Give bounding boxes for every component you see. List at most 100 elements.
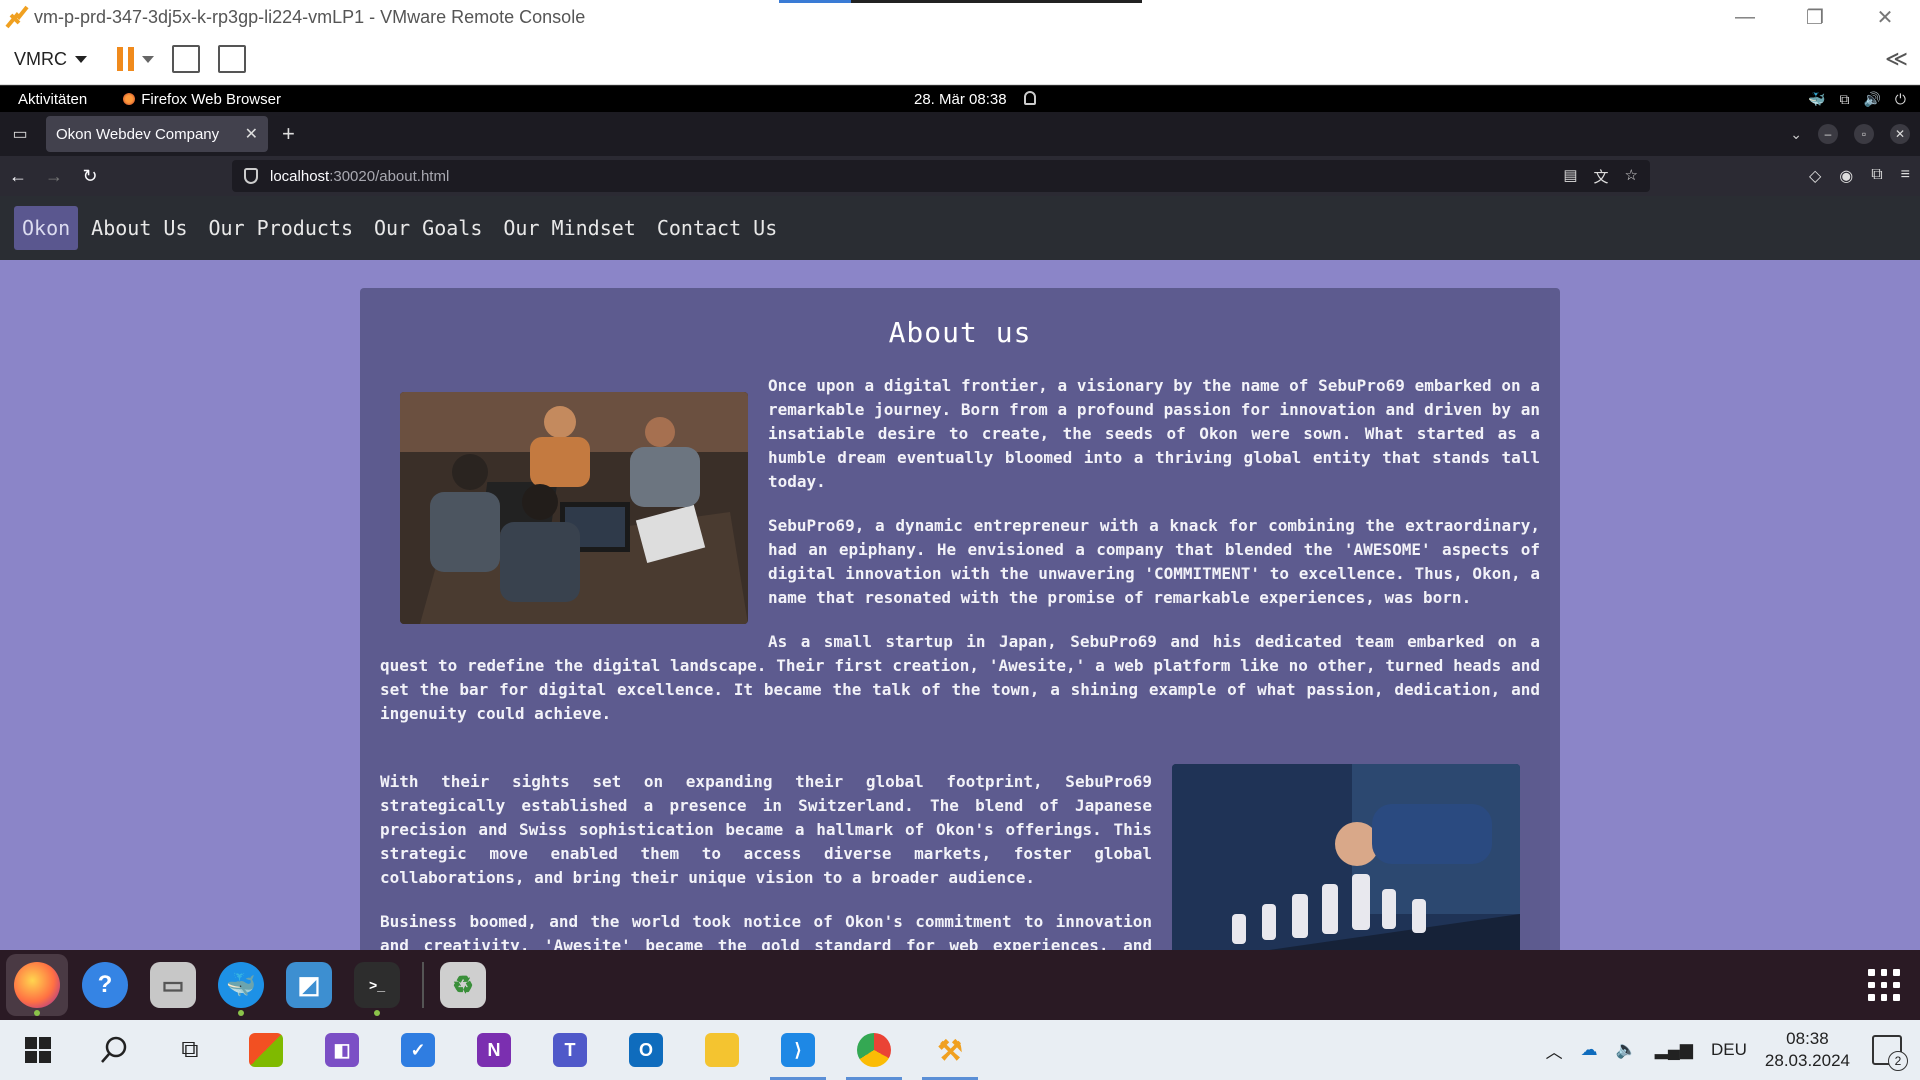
vmrc-toolbar: VMRC ≪ <box>0 34 1920 85</box>
pocket-icon[interactable]: ◇ <box>1809 166 1821 186</box>
chevron-down-icon <box>75 55 87 63</box>
dock-firefox[interactable] <box>6 954 68 1016</box>
gnome-top-bar: Aktivitäten Firefox Web Browser 28. Mär … <box>0 86 1920 112</box>
close-window-button[interactable]: ✕ <box>1850 0 1920 34</box>
list-all-tabs-icon[interactable]: ⌄ <box>1790 126 1802 143</box>
taskbar-visual-studio[interactable]: ◧ <box>304 1020 380 1080</box>
nav-contact-us[interactable]: Contact Us <box>649 206 785 250</box>
vmware-icon: ⚒ <box>937 1034 963 1066</box>
start-button[interactable] <box>0 1020 76 1080</box>
close-firefox-button[interactable]: ✕ <box>1890 124 1910 144</box>
collapse-toolbar-button[interactable]: ≪ <box>1885 46 1908 72</box>
extensions-icon[interactable]: ⧉ <box>1871 166 1882 186</box>
about-paragraph-5: Business boomed, and the world took noti… <box>380 912 1152 950</box>
task-view-icon: ⧉ <box>181 1036 199 1063</box>
restore-button[interactable]: ❐ <box>1780 0 1850 34</box>
signal-icon[interactable]: ▂▄▆ <box>1655 1040 1693 1060</box>
tab-list-icon[interactable]: ▭ <box>0 112 40 156</box>
speaker-icon[interactable]: 🔈 <box>1616 1040 1637 1060</box>
folder-icon <box>705 1033 739 1067</box>
translate-icon[interactable]: 文 <box>1594 166 1609 187</box>
forward-button[interactable]: → <box>36 166 72 187</box>
dock-screenshot[interactable]: ◩ <box>278 954 340 1016</box>
taskbar-clock[interactable]: 08:38 28.03.2024 <box>1765 1028 1850 1072</box>
show-hidden-icons[interactable]: ︿ <box>1546 1038 1563 1063</box>
notification-count-badge: 2 <box>1888 1051 1908 1071</box>
nav-okon[interactable]: Okon <box>14 206 79 250</box>
dock-terminal[interactable]: >_ <box>346 954 408 1016</box>
system-tray[interactable]: 🐳 ⧉ 🔊 ⏻ <box>1808 91 1906 108</box>
gnome-clock[interactable]: 28. Mär 08:38 <box>914 91 1007 108</box>
tab-title: Okon Webdev Company <box>56 125 220 143</box>
network-icon[interactable]: ⧉ <box>1839 91 1849 108</box>
visual-studio-icon: ◧ <box>325 1033 359 1067</box>
about-paragraph-2: SebuPro69, a dynamic entrepreneur with a… <box>768 516 1540 607</box>
input-language[interactable]: DEU <box>1711 1040 1747 1060</box>
taskbar-onenote[interactable]: N <box>456 1020 532 1080</box>
vmrc-menu-button[interactable]: VMRC <box>14 49 87 70</box>
bookmark-star-icon[interactable]: ☆ <box>1625 166 1638 187</box>
pause-icon[interactable] <box>117 47 134 71</box>
dock-files[interactable]: ▭ <box>142 954 204 1016</box>
send-ctrl-alt-del-icon[interactable] <box>172 45 200 73</box>
nav-about-us[interactable]: About Us <box>83 206 195 250</box>
taskbar-search[interactable] <box>76 1020 152 1080</box>
taskbar-task-view[interactable]: ⧉ <box>152 1020 228 1080</box>
dock-trash[interactable]: ♻ <box>432 954 494 1016</box>
onedrive-icon[interactable]: ☁ <box>1581 1040 1598 1060</box>
hamburger-menu-icon[interactable]: ≡ <box>1901 166 1910 186</box>
teams-icon: T <box>553 1033 587 1067</box>
taskbar-time: 08:38 <box>1786 1029 1829 1048</box>
new-tab-button[interactable]: + <box>282 121 295 147</box>
firefox-icon <box>123 93 136 105</box>
outlook-icon: O <box>629 1033 663 1067</box>
notification-center-icon[interactable]: 2 <box>1872 1035 1908 1071</box>
url-bar[interactable]: localhost:30020/about.html ▤ 文 ☆ <box>232 160 1650 370</box>
account-icon[interactable]: ◉ <box>1839 166 1853 186</box>
url-path: :30020/about.html <box>329 167 450 185</box>
restore-firefox-button[interactable]: ▫ <box>1854 124 1874 144</box>
activities-button[interactable]: Aktivitäten <box>18 91 87 108</box>
taskbar-file-explorer[interactable] <box>684 1020 760 1080</box>
minimize-button[interactable]: — <box>1710 0 1780 34</box>
dock-separator <box>422 962 424 1008</box>
power-options-chevron-icon[interactable] <box>142 55 154 63</box>
tracking-protection-icon[interactable] <box>244 168 258 184</box>
show-applications-icon[interactable] <box>1868 969 1900 1001</box>
firefox-nav-bar: ← → ↻ localhost:30020/about.html ▤ 文 ☆ ◇… <box>0 156 1920 370</box>
reload-button[interactable]: ↻ <box>72 166 108 187</box>
taskbar-chrome[interactable] <box>836 1020 912 1080</box>
dock-help[interactable]: ? <box>74 954 136 1016</box>
minimize-firefox-button[interactable]: – <box>1818 124 1838 144</box>
about-paragraph-4: With their sights set on expanding their… <box>380 772 1152 887</box>
taskbar-outlook[interactable]: O <box>608 1020 684 1080</box>
docker-icon: 🐳 <box>218 962 264 1008</box>
vscode-icon: ⟩ <box>781 1033 815 1067</box>
power-icon[interactable]: ⏻ <box>1895 91 1906 108</box>
tab-okon-webdev[interactable]: Okon Webdev Company ✕ <box>46 116 268 152</box>
onenote-icon: N <box>477 1033 511 1067</box>
fullscreen-icon[interactable] <box>218 45 246 73</box>
docker-tray-icon[interactable]: 🐳 <box>1808 91 1825 108</box>
loading-progress-bar <box>779 0 1142 3</box>
windows-taskbar: ⧉ ◧ ✓ N T O ⟩ ⚒ ︿ ☁ 🔈 ▂▄▆ DEU 08:38 28.0… <box>0 1020 1920 1080</box>
taskbar-vscode[interactable]: ⟩ <box>760 1020 836 1080</box>
taskbar-teams[interactable]: T <box>532 1020 608 1080</box>
url-host: localhost <box>270 167 330 185</box>
close-tab-icon[interactable]: ✕ <box>245 124 258 144</box>
terminal-icon: >_ <box>354 962 400 1008</box>
search-icon <box>101 1036 127 1063</box>
dock-docker[interactable]: 🐳 <box>210 954 272 1016</box>
taskbar-todo[interactable]: ✓ <box>380 1020 456 1080</box>
app-menu-button[interactable]: Firefox Web Browser <box>123 91 281 108</box>
nav-our-mindset[interactable]: Our Mindset <box>495 206 643 250</box>
volume-icon[interactable]: 🔊 <box>1863 91 1880 108</box>
taskbar-store[interactable] <box>228 1020 304 1080</box>
reader-view-icon[interactable]: ▤ <box>1563 166 1577 187</box>
nav-our-products[interactable]: Our Products <box>201 206 362 250</box>
taskbar-vmware[interactable]: ⚒ <box>912 1020 988 1080</box>
nav-our-goals[interactable]: Our Goals <box>366 206 490 250</box>
firefox-tab-bar: ▭ Okon Webdev Company ✕ + ⌄ – ▫ ✕ <box>0 112 1920 156</box>
back-button[interactable]: ← <box>0 166 36 187</box>
system-tray-windows: ︿ ☁ 🔈 ▂▄▆ DEU 08:38 28.03.2024 2 <box>1546 1020 1920 1080</box>
